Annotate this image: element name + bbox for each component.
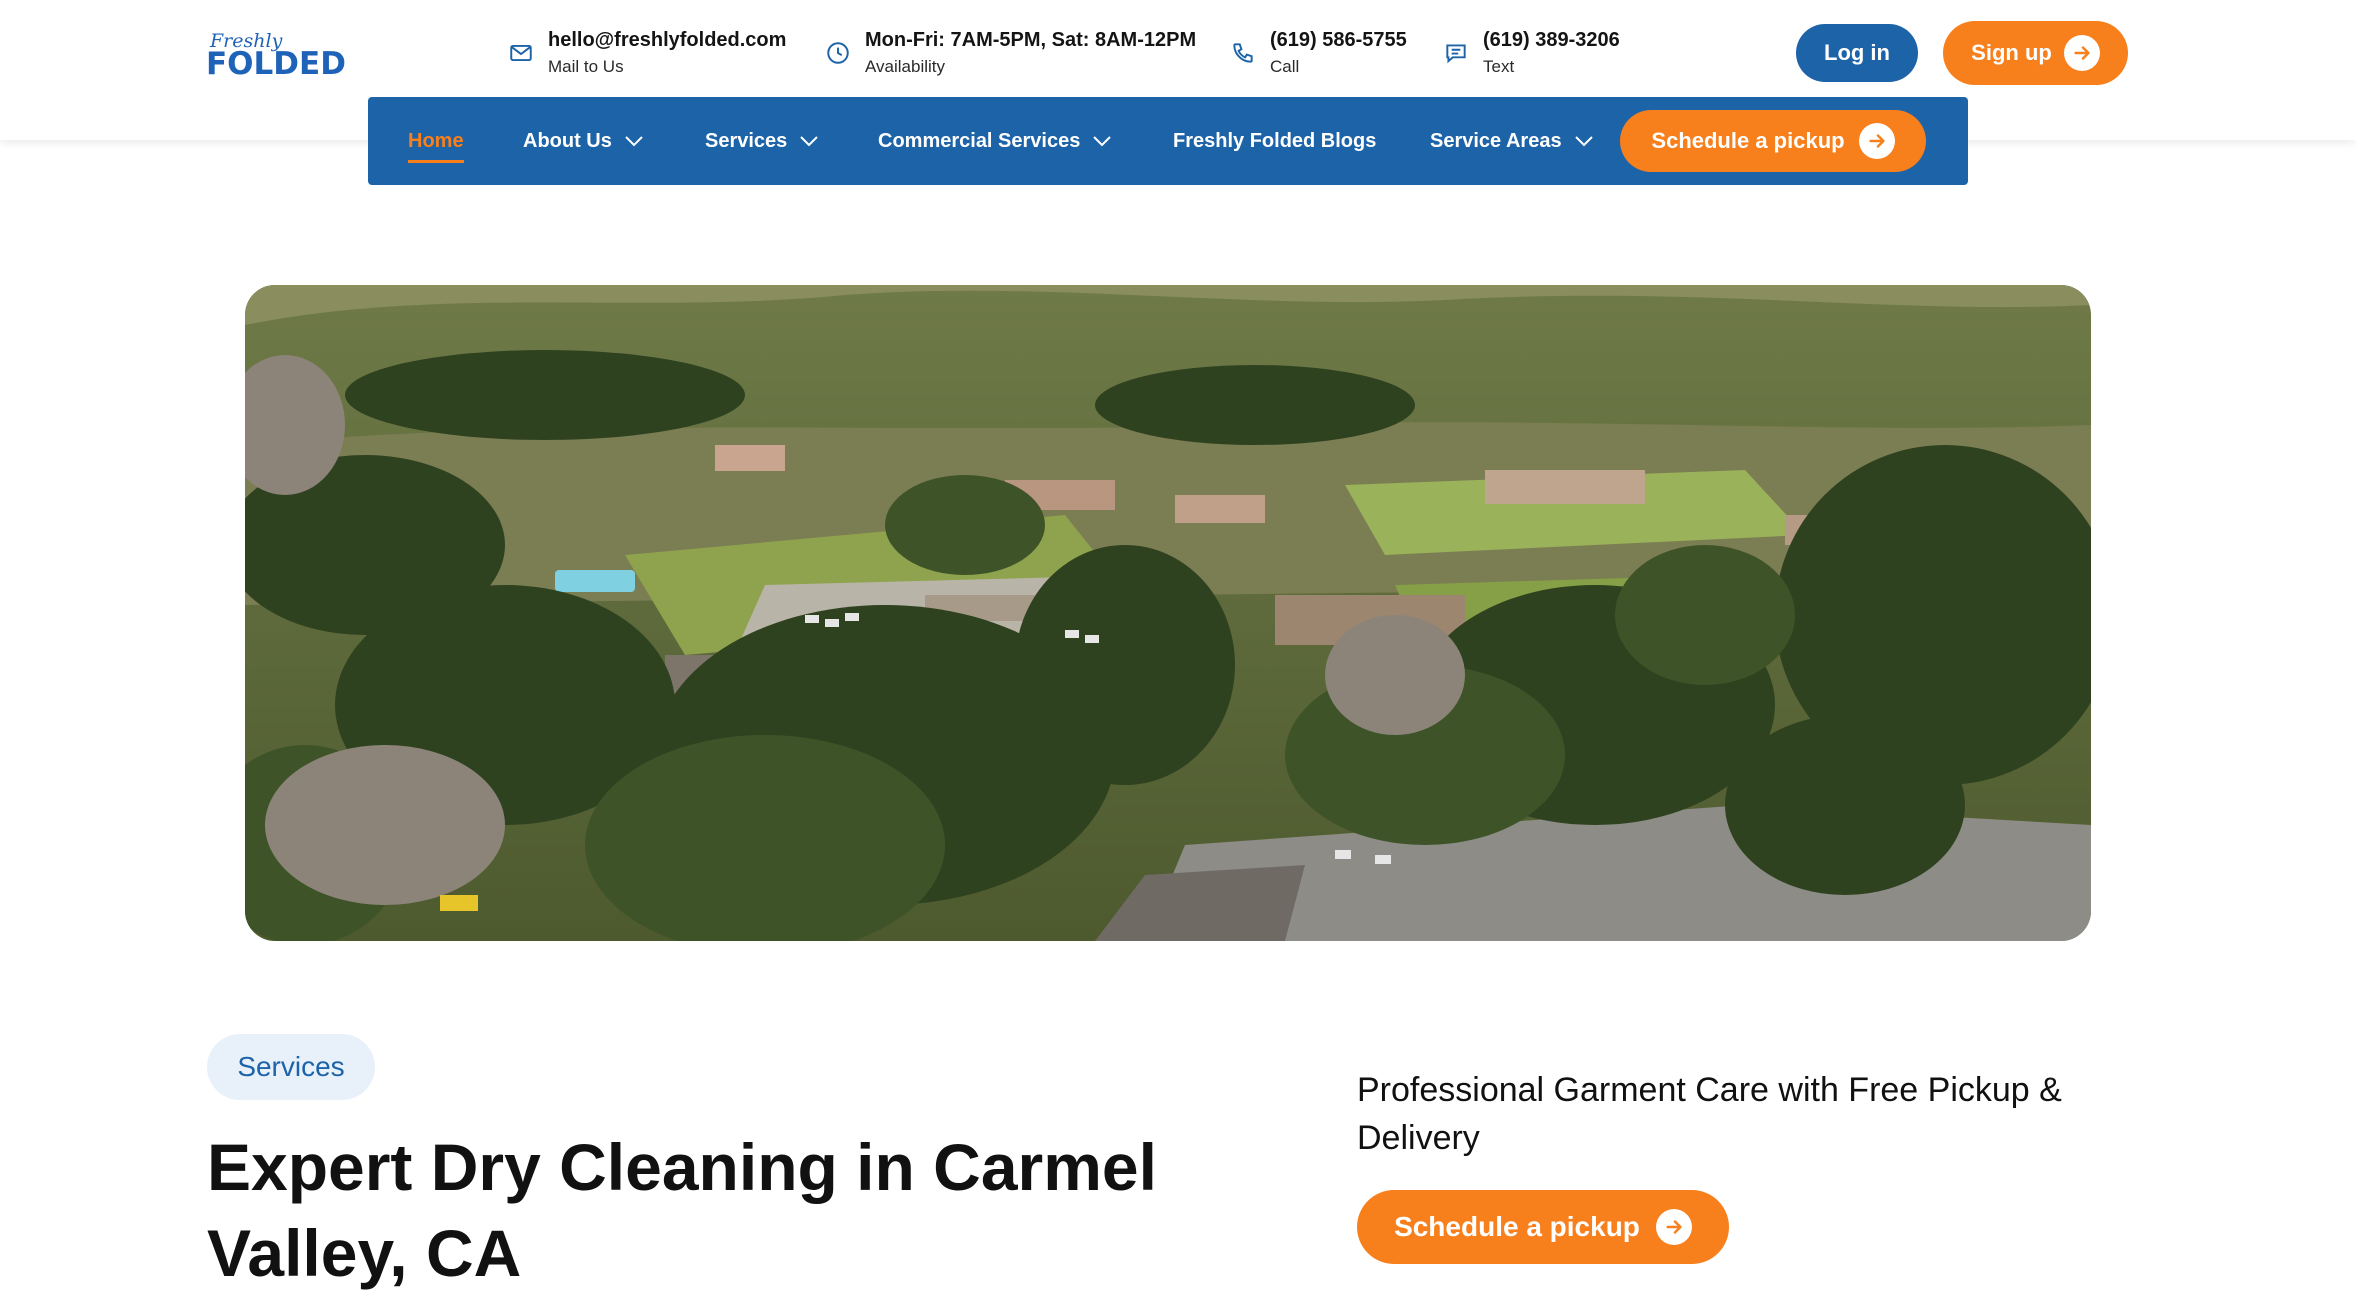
contact-text-value: (619) 389-3206: [1483, 29, 1620, 51]
contact-call-label: Call: [1270, 57, 1300, 76]
schedule-pickup-button[interactable]: Schedule a pickup: [1357, 1190, 1729, 1264]
signup-button-label: Sign up: [1971, 40, 2052, 65]
mail-icon: [510, 44, 532, 62]
contact-call[interactable]: (619) 586-5755 Call: [1230, 26, 1407, 82]
chevron-down-icon: [1093, 136, 1112, 147]
phone-icon: [1233, 43, 1253, 63]
hero-image: [245, 285, 2091, 941]
nav-item-label: Home: [408, 129, 464, 152]
contact-text-label: Text: [1483, 57, 1515, 76]
arrow-right-icon: [2063, 35, 2100, 71]
arrow-right-icon: [1655, 1209, 1692, 1245]
page-subtitle: Professional Garment Care with Free Pick…: [1357, 1071, 2062, 1157]
clock-icon: [827, 42, 849, 64]
nav-item-commercial-services[interactable]: Commercial Services: [878, 97, 1112, 185]
nav-item-services[interactable]: Services: [705, 97, 819, 185]
chevron-down-icon: [800, 136, 819, 147]
contact-hours: Mon-Fri: 7AM-5PM, Sat: 8AM-12PM Availabi…: [825, 26, 1196, 82]
page-title: Expert Dry Cleaning in Carmel Valley, CA: [207, 1130, 1157, 1290]
chevron-down-icon: [1574, 136, 1593, 147]
message-icon: [1446, 44, 1466, 64]
arrow-right-icon: [1858, 123, 1895, 159]
signup-button[interactable]: Sign up: [1943, 21, 2128, 85]
contact-text[interactable]: (619) 389-3206 Text: [1443, 26, 1620, 82]
logo-word: FOLDED: [206, 46, 346, 82]
main-nav: Home About Us Services Commercial Servic…: [368, 97, 1968, 185]
schedule-pickup-nav-label: Schedule a pickup: [1651, 128, 1845, 153]
chevron-down-icon: [625, 136, 643, 147]
contact-email-value: hello@freshlyfolded.com: [548, 29, 787, 51]
nav-item-label: Service Areas: [1430, 129, 1562, 152]
nav-item-home[interactable]: Home: [408, 97, 464, 185]
nav-item-about-us[interactable]: About Us: [523, 97, 644, 185]
nav-item-service-areas[interactable]: Service Areas: [1430, 97, 1594, 185]
nav-item-blogs[interactable]: Freshly Folded Blogs: [1173, 97, 1376, 185]
contact-email-label: Mail to Us: [548, 57, 624, 76]
login-button[interactable]: Log in: [1796, 24, 1918, 82]
contact-email[interactable]: hello@freshlyfolded.com Mail to Us: [508, 26, 786, 82]
schedule-pickup-nav-button[interactable]: Schedule a pickup: [1620, 110, 1926, 172]
schedule-pickup-label: Schedule a pickup: [1394, 1211, 1640, 1242]
logo[interactable]: Freshly FOLDED: [206, 30, 346, 82]
contact-hours-label: Availability: [865, 57, 946, 76]
nav-item-label: Services: [705, 129, 788, 152]
active-underline: [408, 160, 464, 163]
nav-item-label: Commercial Services: [878, 129, 1081, 152]
contact-hours-value: Mon-Fri: 7AM-5PM, Sat: 8AM-12PM: [865, 29, 1197, 51]
services-tag: Services: [207, 1034, 375, 1100]
contact-call-value: (619) 586-5755: [1270, 29, 1407, 51]
nav-item-label: About Us: [523, 129, 612, 152]
nav-item-label: Freshly Folded Blogs: [1173, 129, 1377, 152]
